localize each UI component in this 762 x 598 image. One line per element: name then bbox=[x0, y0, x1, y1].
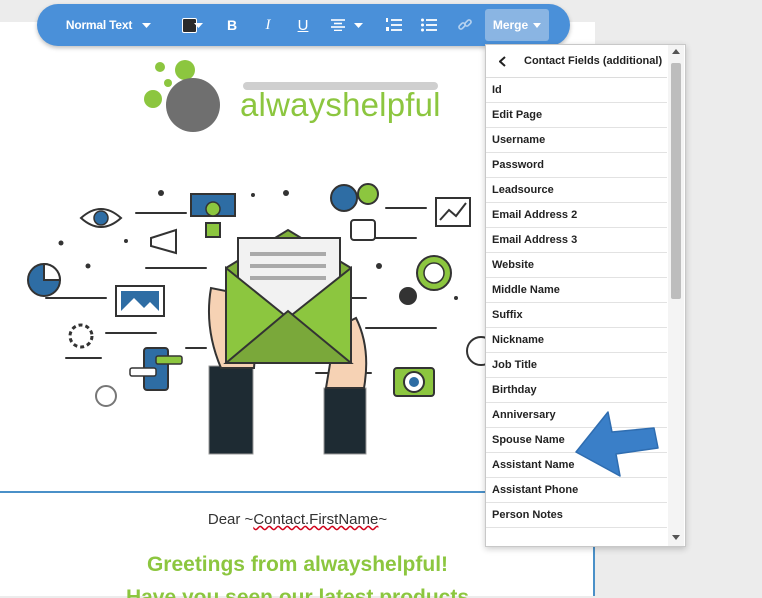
merge-label: Merge bbox=[492, 18, 529, 32]
caret-down-icon[interactable] bbox=[138, 4, 154, 46]
merge-field-item[interactable]: Edit Page bbox=[486, 103, 667, 128]
thumbs-up-icon bbox=[350, 219, 376, 241]
merge-field-item[interactable]: Email Address 3 bbox=[486, 228, 667, 253]
logo-circle bbox=[166, 78, 220, 132]
merge-field-item[interactable]: Suffix bbox=[486, 303, 667, 328]
logo-dot bbox=[175, 60, 195, 80]
merge-field-item[interactable]: Assistant Phone bbox=[486, 478, 667, 503]
text-style-label: Normal Text bbox=[65, 18, 133, 32]
merge-button[interactable]: Merge bbox=[485, 9, 549, 41]
chevron-left-icon[interactable] bbox=[486, 45, 518, 77]
gear-icon bbox=[68, 323, 94, 349]
dollar-coin-icon bbox=[399, 255, 452, 305]
merge-field-item[interactable]: Username bbox=[486, 128, 667, 153]
megaphone-icon bbox=[150, 228, 177, 255]
eye-icon bbox=[79, 208, 123, 228]
bold-button[interactable]: B bbox=[221, 4, 243, 46]
scroll-up-arrow-icon[interactable] bbox=[672, 49, 680, 54]
merge-field-item[interactable]: Email Address 2 bbox=[486, 203, 667, 228]
merge-field-item[interactable]: Nickname bbox=[486, 328, 667, 353]
merge-tag-first-name[interactable]: Contact.FirstName bbox=[253, 511, 378, 528]
caret-down-icon[interactable] bbox=[191, 4, 205, 46]
ordered-list-icon[interactable] bbox=[383, 4, 405, 46]
align-center-icon[interactable] bbox=[327, 4, 349, 46]
merge-panel-header: Contact Fields (additional) bbox=[486, 45, 667, 78]
merge-field-item[interactable]: Job Title bbox=[486, 353, 667, 378]
caret-down-icon[interactable] bbox=[351, 4, 365, 46]
envelope-icon bbox=[223, 228, 354, 364]
chat-icon bbox=[330, 183, 379, 212]
merge-field-item[interactable]: Birthday bbox=[486, 378, 667, 403]
merge-field-item[interactable]: Website bbox=[486, 253, 667, 278]
merge-panel-title: Contact Fields (additional) bbox=[524, 55, 663, 67]
email-illustration bbox=[27, 183, 496, 455]
caret-down-icon bbox=[533, 22, 542, 28]
logo-dot bbox=[144, 90, 162, 108]
merge-field-item[interactable]: Password bbox=[486, 153, 667, 178]
chart-board-icon bbox=[435, 197, 471, 227]
merge-field-item[interactable]: Person Notes bbox=[486, 503, 667, 528]
picture-icon bbox=[115, 285, 165, 317]
logo-dot bbox=[155, 62, 165, 72]
pie-chart-icon bbox=[27, 262, 62, 297]
phone-icon bbox=[129, 347, 183, 391]
crosshair-icon bbox=[95, 385, 117, 407]
formatting-toolbar: Normal Text B I U Merge bbox=[37, 4, 570, 46]
email-subline[interactable]: Have you seen our latest products bbox=[0, 586, 595, 598]
email-headline[interactable]: Greetings from alwayshelpful! bbox=[0, 553, 595, 577]
greeting-suffix: ~ bbox=[378, 511, 388, 528]
dropdown-scrollbar[interactable] bbox=[668, 45, 684, 546]
money-icon bbox=[190, 193, 236, 238]
merge-field-item[interactable]: Middle Name bbox=[486, 278, 667, 303]
underline-button[interactable]: U bbox=[292, 4, 314, 46]
link-icon[interactable] bbox=[454, 4, 476, 46]
logo-dot bbox=[164, 79, 172, 87]
text-style-dropdown[interactable]: Normal Text bbox=[51, 4, 147, 46]
merge-field-item[interactable]: Id bbox=[486, 78, 667, 103]
scroll-down-arrow-icon[interactable] bbox=[672, 535, 680, 540]
bullet-list-icon[interactable] bbox=[418, 4, 440, 46]
camera-icon bbox=[393, 367, 435, 397]
logo-text: alwayshelpful bbox=[240, 86, 441, 123]
merge-field-item[interactable]: Leadsource bbox=[486, 178, 667, 203]
greeting-prefix: Dear ~ bbox=[207, 511, 254, 528]
italic-button[interactable]: I bbox=[257, 4, 279, 46]
scrollbar-thumb[interactable] bbox=[671, 63, 681, 299]
annotation-arrow-icon bbox=[575, 411, 659, 477]
